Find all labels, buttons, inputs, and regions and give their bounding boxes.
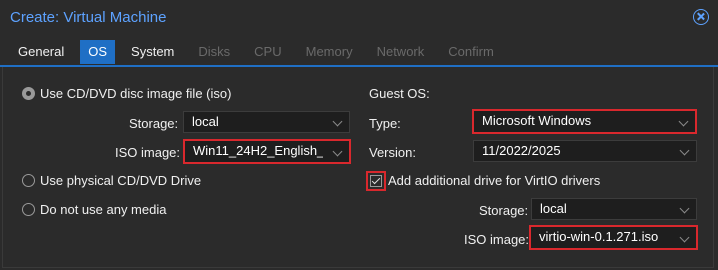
use-iso-label: Use CD/DVD disc image file (iso) — [40, 86, 232, 101]
virtio-iso-value: virtio-win-0.1.271.iso — [539, 229, 659, 244]
iso-image-value: Win11_24H2_English_ — [193, 143, 323, 158]
chevron-down-icon — [679, 203, 690, 214]
tab-memory: Memory — [305, 44, 353, 59]
virtio-storage-select[interactable]: local — [531, 198, 697, 220]
no-media-label: Do not use any media — [40, 202, 167, 217]
virtio-checkbox[interactable] — [370, 175, 382, 187]
chevron-down-icon — [678, 116, 689, 127]
virtio-label: Add additional drive for VirtIO drivers — [388, 173, 601, 188]
os-type-select[interactable]: Microsoft Windows — [472, 109, 697, 134]
tab-network: Network — [376, 44, 425, 59]
guest-os-heading: Guest OS: — [369, 86, 430, 101]
os-version-select[interactable]: 11/2022/2025 — [473, 140, 697, 162]
dialog-titlebar: Create: Virtual Machine — [0, 0, 718, 36]
tab-os[interactable]: OS — [80, 40, 116, 64]
wizard-tabs: General OS System Disks CPU Memory Netwo… — [10, 40, 510, 64]
no-media-radio[interactable] — [22, 203, 35, 216]
virtio-storage-label: Storage: — [479, 203, 529, 218]
use-iso-radio[interactable] — [22, 87, 35, 100]
virtio-checkbox-highlight[interactable] — [366, 171, 386, 191]
physical-drive-radio[interactable] — [22, 174, 35, 187]
chevron-down-icon — [332, 116, 343, 127]
os-version-value: 11/2022/2025 — [482, 143, 561, 158]
os-version-label: Version: — [369, 145, 416, 160]
os-type-value: Microsoft Windows — [482, 113, 592, 128]
iso-image-select[interactable]: Win11_24H2_English_ — [183, 139, 351, 164]
tab-system[interactable]: System — [123, 40, 182, 64]
dialog-title: Create: Virtual Machine — [10, 9, 167, 26]
tab-cpu: CPU — [254, 44, 282, 59]
tab-general[interactable]: General — [10, 40, 72, 64]
storage-value: local — [192, 114, 219, 129]
storage-select[interactable]: local — [183, 111, 350, 133]
chevron-down-icon — [332, 146, 343, 157]
virtio-storage-value: local — [540, 201, 567, 216]
physical-drive-label: Use physical CD/DVD Drive — [40, 173, 202, 188]
chevron-down-icon — [679, 232, 690, 243]
virtio-iso-label: ISO image: — [464, 232, 530, 247]
tab-disks: Disks — [198, 44, 231, 59]
iso-image-label: ISO image: — [115, 145, 181, 160]
chevron-down-icon — [679, 145, 690, 156]
tab-confirm: Confirm — [448, 44, 494, 59]
virtio-iso-select[interactable]: virtio-win-0.1.271.iso — [529, 225, 698, 250]
os-type-label: Type: — [369, 116, 401, 131]
close-icon[interactable] — [693, 9, 709, 25]
storage-label: Storage: — [129, 116, 179, 131]
